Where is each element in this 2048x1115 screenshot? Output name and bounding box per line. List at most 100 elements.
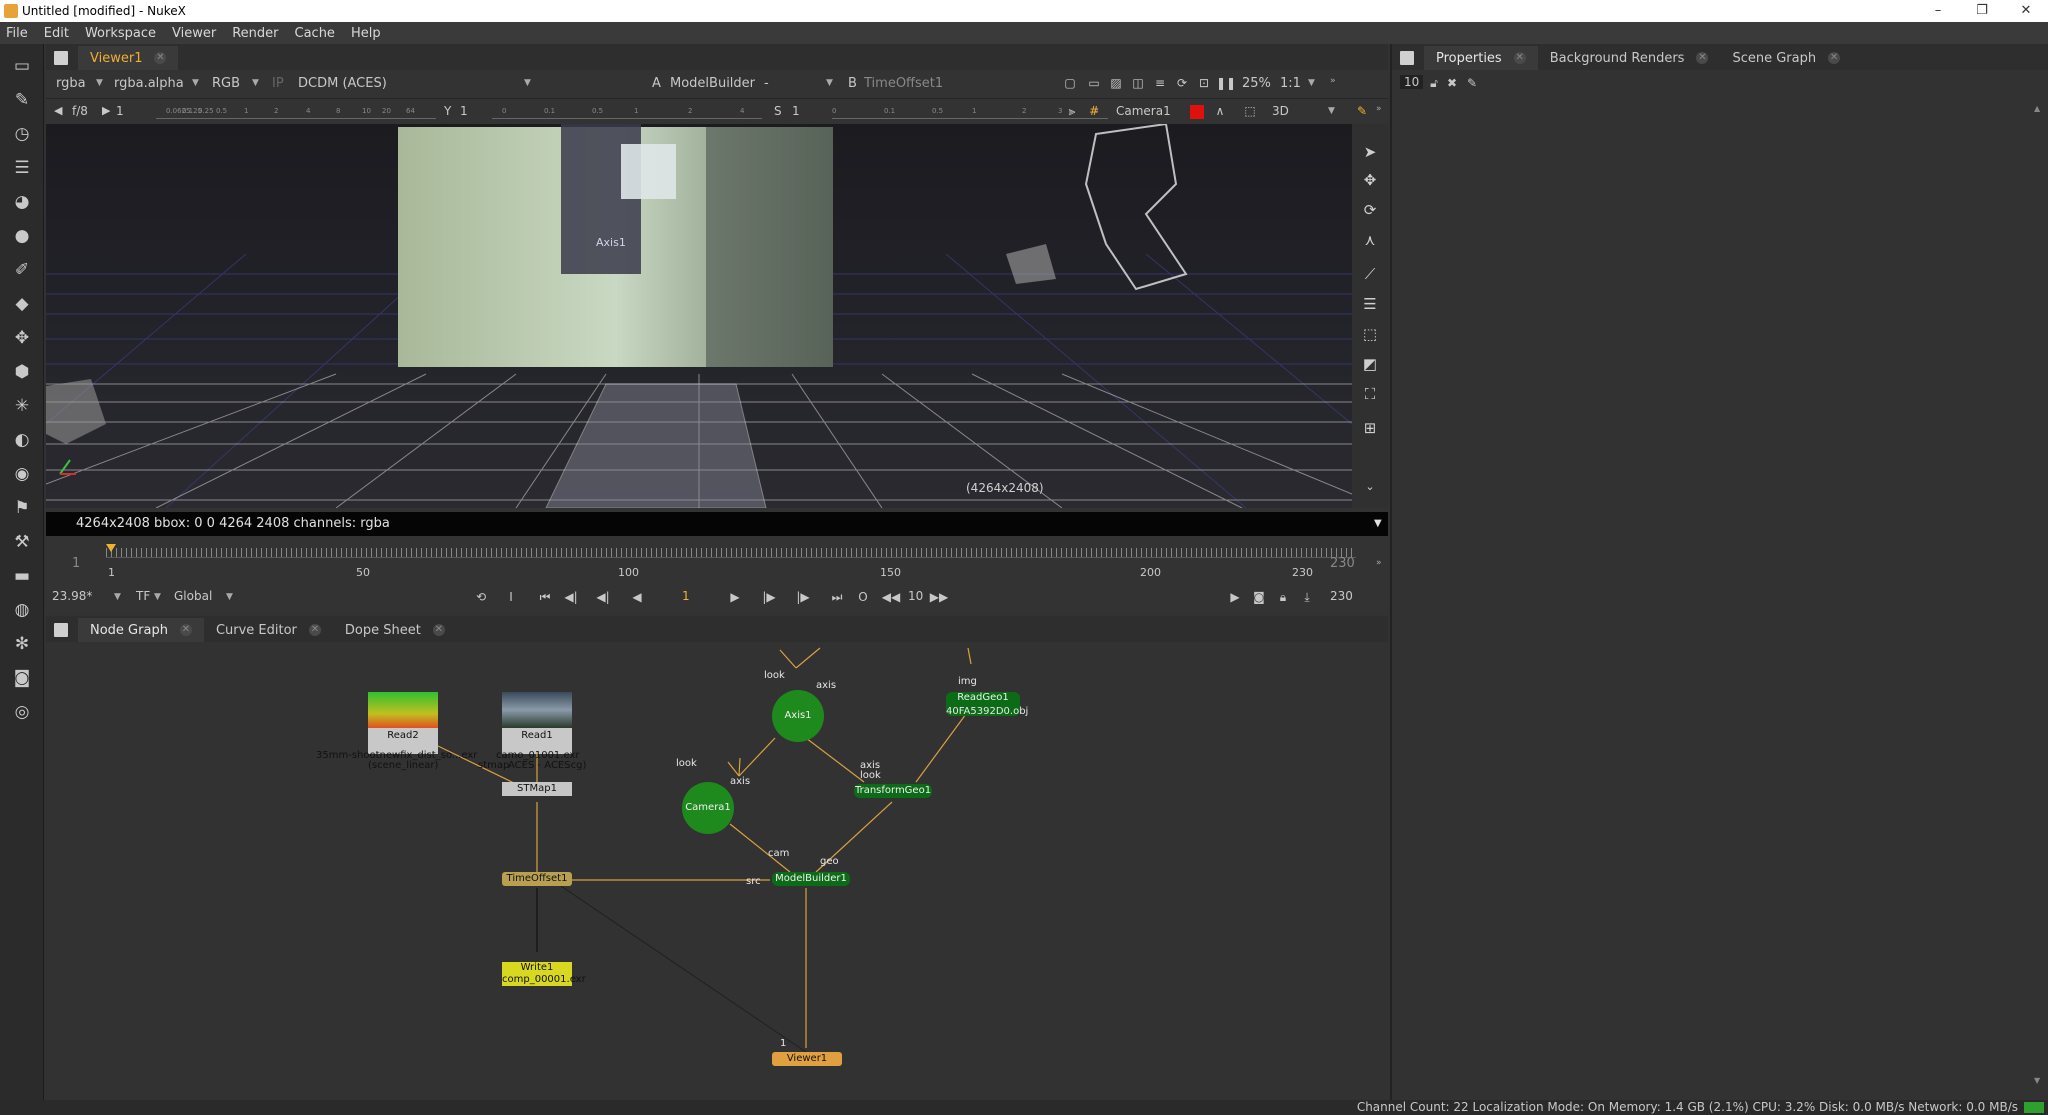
overlay-icon[interactable]: ◫: [1130, 75, 1146, 91]
info-dropdown-icon[interactable]: ▼: [1374, 512, 1382, 536]
expand-icon[interactable]: »: [1330, 76, 1336, 86]
close-tab-icon[interactable]: ✕: [1513, 52, 1526, 64]
in-point-icon[interactable]: I: [502, 588, 520, 606]
flipbook-icon[interactable]: ▶: [1226, 588, 1244, 606]
deep-tool-icon[interactable]: ◐: [10, 428, 34, 452]
wipe-icon[interactable]: ▭: [1086, 75, 1102, 91]
lock-icon[interactable]: 🔓︎: [1426, 75, 1442, 91]
select-arrow-icon[interactable]: ➤: [1358, 140, 1382, 164]
filter-tool-icon[interactable]: ●: [10, 224, 34, 248]
panel-menu-icon[interactable]: [54, 623, 68, 637]
timeline-start[interactable]: 1: [72, 556, 80, 571]
refresh-icon[interactable]: ⟳: [1174, 75, 1190, 91]
gamma-slider[interactable]: 0 0.1 0.5 1 2 4: [492, 105, 762, 119]
tab-background-renders[interactable]: Background Renders ✕: [1538, 46, 1721, 70]
stereo-icon[interactable]: ⫸: [1064, 103, 1080, 119]
close-tab-icon[interactable]: ✕: [1696, 52, 1709, 64]
view-mode-dropdown[interactable]: 3D: [1272, 104, 1289, 118]
loop-icon[interactable]: ⟲: [472, 588, 490, 606]
pause-icon[interactable]: ❚❚: [1216, 75, 1236, 91]
panel-menu-icon[interactable]: [1400, 51, 1414, 65]
export-icon[interactable]: ⤓: [1298, 588, 1316, 606]
fstop-value[interactable]: f/8: [72, 104, 88, 118]
color-tool-icon[interactable]: ◕: [10, 190, 34, 214]
step-forward-icon[interactable]: ▶▶: [930, 588, 948, 606]
expand-icon[interactable]: »: [1376, 104, 1382, 114]
alpha-channel-dropdown[interactable]: rgba.alpha: [114, 76, 184, 91]
merge-tool-icon[interactable]: ◆: [10, 292, 34, 316]
draw-tool-icon[interactable]: ✎: [10, 88, 34, 112]
expand-icon[interactable]: »: [1376, 558, 1382, 568]
scroll-up-icon[interactable]: ▲: [2034, 104, 2040, 113]
fps-dropdown[interactable]: 23.98*: [52, 589, 92, 603]
plugins-tool-icon[interactable]: ◎: [10, 700, 34, 724]
menu-workspace[interactable]: Workspace: [85, 26, 156, 41]
viewer-canvas[interactable]: Axis1 (4264x2408): [46, 124, 1352, 508]
node-modelbuilder1[interactable]: ModelBuilder1: [772, 872, 850, 886]
channels-dropdown[interactable]: rgba: [56, 76, 86, 91]
node-axis1[interactable]: Axis1: [772, 690, 824, 742]
step-back-icon[interactable]: ◀◀: [882, 588, 900, 606]
close-window-button[interactable]: ✕: [2004, 0, 2048, 22]
3d-tool-icon[interactable]: ⬢: [10, 360, 34, 384]
rotate-icon[interactable]: ⟳: [1358, 198, 1382, 222]
tf-dropdown[interactable]: TF: [136, 589, 150, 603]
tab-dope-sheet[interactable]: Dope Sheet ✕: [333, 618, 457, 642]
panel-menu-icon[interactable]: [54, 51, 68, 65]
timeline-end[interactable]: 230: [1330, 556, 1355, 571]
input-a-mode[interactable]: -: [764, 76, 769, 91]
first-frame-icon[interactable]: ⏮: [536, 588, 554, 606]
menu-edit[interactable]: Edit: [44, 26, 69, 41]
step-field[interactable]: 10: [908, 589, 923, 603]
furnace-tool-icon[interactable]: ◍: [10, 598, 34, 622]
edit-icon[interactable]: ✎: [1464, 75, 1480, 91]
input-b-dropdown[interactable]: TimeOffset1: [864, 76, 943, 91]
ocula-tool-icon[interactable]: ✻: [10, 632, 34, 656]
close-tab-icon[interactable]: ✕: [308, 624, 321, 636]
ratio-dropdown[interactable]: 1:1: [1280, 76, 1301, 91]
node-viewer1[interactable]: Viewer1: [772, 1052, 842, 1066]
node-read1[interactable]: Read1: [502, 692, 572, 754]
image-tool-icon[interactable]: ▭: [10, 54, 34, 78]
node-stmap1[interactable]: STMap1: [502, 782, 572, 796]
proxy-icon[interactable]: ⊡: [1196, 75, 1212, 91]
list-icon[interactable]: ☰: [1358, 292, 1382, 316]
selection-icon[interactable]: ⬚: [1242, 103, 1258, 119]
node-camera1[interactable]: Camera1: [682, 782, 734, 834]
transform-tool-icon[interactable]: ✥: [10, 326, 34, 350]
translate-icon[interactable]: ✥: [1358, 168, 1382, 192]
particles-tool-icon[interactable]: ✳: [10, 394, 34, 418]
zoom-dropdown[interactable]: 25%: [1242, 76, 1271, 91]
prev-fstop-icon[interactable]: ◀: [54, 104, 62, 117]
menu-help[interactable]: Help: [351, 26, 381, 41]
play-forward-icon[interactable]: ▶: [726, 588, 744, 606]
metadata-tool-icon[interactable]: ⚑: [10, 496, 34, 520]
record-icon[interactable]: ◙: [1250, 588, 1268, 606]
gamma-field[interactable]: 1: [460, 104, 468, 118]
colorspace-dropdown[interactable]: DCDM (ACES): [298, 76, 387, 91]
cara-tool-icon[interactable]: ◙: [10, 666, 34, 690]
prev-keyframe-icon[interactable]: ◀|: [562, 588, 580, 606]
out-frame-field[interactable]: 230: [1330, 589, 1353, 603]
play-backward-icon[interactable]: ◀: [628, 588, 646, 606]
edge-icon[interactable]: ⟋: [1358, 262, 1382, 286]
channel-tool-icon[interactable]: ☰: [10, 156, 34, 180]
timeline-ruler[interactable]: [106, 548, 1356, 558]
tab-viewer1[interactable]: Viewer1 ✕: [78, 46, 179, 70]
next-frame-icon[interactable]: |▶: [760, 588, 778, 606]
menu-render[interactable]: Render: [232, 26, 278, 41]
paint-icon[interactable]: ✎: [1354, 103, 1370, 119]
time-tool-icon[interactable]: ◷: [10, 122, 34, 146]
scroll-down-icon[interactable]: ▼: [2034, 1076, 2040, 1085]
gain-slider[interactable]: 0.0625 0.125 0.25 0.5 1 2 4 8 10 20 64: [156, 105, 436, 119]
lock-icon[interactable]: 🔒︎: [1274, 588, 1292, 606]
global-dropdown[interactable]: Global: [174, 589, 212, 603]
out-point-icon[interactable]: O: [854, 588, 872, 606]
saturation-field[interactable]: 1: [792, 104, 800, 118]
node-write1[interactable]: Write1 comp_00001.exr: [502, 962, 586, 986]
tab-properties[interactable]: Properties ✕: [1424, 46, 1538, 70]
prev-frame-icon[interactable]: ◀|: [594, 588, 612, 606]
keyer-tool-icon[interactable]: ✐: [10, 258, 34, 282]
roi-icon[interactable]: ▢: [1062, 75, 1078, 91]
clear-panels-icon[interactable]: ✖: [1444, 75, 1460, 91]
